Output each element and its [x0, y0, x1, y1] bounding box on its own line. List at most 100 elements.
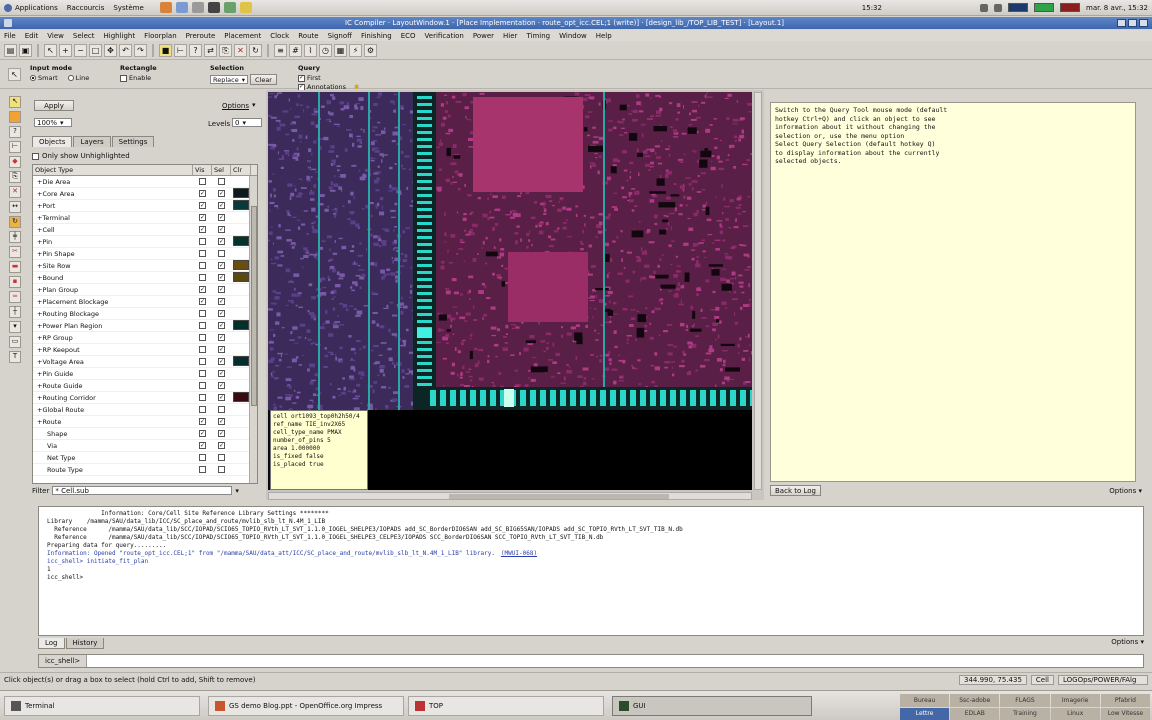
sel-checkbox[interactable]	[218, 406, 225, 413]
gnome-foot-icon[interactable]	[4, 3, 12, 12]
table-row[interactable]: +Power Plan Region ✓	[33, 320, 257, 332]
color-swatch[interactable]	[233, 368, 249, 378]
select-arrow-icon[interactable]: ↖	[44, 44, 57, 57]
network-icon[interactable]	[980, 3, 988, 12]
col-vis[interactable]: Vis	[193, 165, 212, 175]
window-titlebar[interactable]: IC Compiler · LayoutWindow.1 · [Place Im…	[0, 17, 1152, 29]
color-swatch[interactable]	[233, 224, 249, 234]
tool-shape-icon[interactable]: ▭	[9, 336, 21, 348]
ruler-icon[interactable]: ⊢	[174, 44, 187, 57]
sel-checkbox[interactable]: ✓	[218, 418, 225, 425]
color-swatch[interactable]	[233, 284, 249, 294]
color-swatch[interactable]	[233, 296, 249, 306]
sel-checkbox[interactable]: ✓	[218, 358, 225, 365]
levels-select[interactable]: 0 ▾	[232, 118, 262, 127]
sel-checkbox[interactable]: ✓	[218, 238, 225, 245]
vis-checkbox[interactable]	[199, 322, 206, 329]
vis-checkbox[interactable]: ✓	[199, 190, 206, 197]
tool-highlight-icon[interactable]	[9, 111, 21, 123]
color-swatch[interactable]	[233, 464, 249, 474]
table-row[interactable]: +Site Row ✓	[33, 260, 257, 272]
tab-log[interactable]: Log	[38, 638, 65, 649]
table-row[interactable]: +Core Area ✓ ✓	[33, 188, 257, 200]
pan-icon[interactable]: ✥	[104, 44, 117, 57]
sel-checkbox[interactable]: ✓	[218, 370, 225, 377]
menu-hier[interactable]: Hier	[503, 32, 517, 40]
tools-icon[interactable]: ⚙	[364, 44, 377, 57]
move-icon[interactable]: ⇄	[204, 44, 217, 57]
vis-checkbox[interactable]	[199, 358, 206, 365]
menu-route[interactable]: Route	[298, 32, 318, 40]
console-log[interactable]: Information: Core/Cell Site Reference Li…	[38, 506, 1144, 636]
menu-power[interactable]: Power	[473, 32, 494, 40]
vis-checkbox[interactable]: ✓	[199, 442, 206, 449]
launcher-terminal-icon[interactable]	[207, 2, 220, 13]
vis-checkbox[interactable]	[199, 406, 206, 413]
query-icon[interactable]: ?	[189, 44, 202, 57]
sel-checkbox[interactable]: ✓	[218, 202, 225, 209]
launcher-help-icon[interactable]	[239, 2, 252, 13]
menu-verification[interactable]: Verification	[425, 32, 464, 40]
sel-checkbox[interactable]	[218, 178, 225, 185]
panel-menu-places[interactable]: Raccourcis	[67, 4, 105, 12]
menu-clock[interactable]: Clock	[270, 32, 289, 40]
vis-checkbox[interactable]: ✓	[199, 418, 206, 425]
launcher-editor-icon[interactable]	[223, 2, 236, 13]
workspace-button[interactable]: Training	[1000, 707, 1050, 720]
table-row[interactable]: +Routing Blockage ✓	[33, 308, 257, 320]
color-swatch[interactable]	[233, 392, 249, 402]
show-unhighlighted-checkbox[interactable]	[32, 152, 39, 160]
menu-file[interactable]: File	[4, 32, 16, 40]
table-row[interactable]: +Port ✓ ✓	[33, 200, 257, 212]
color-swatch[interactable]	[233, 308, 249, 318]
open-icon[interactable]: ▤	[4, 44, 17, 57]
color-swatch[interactable]	[233, 356, 249, 366]
color-swatch[interactable]	[233, 344, 249, 354]
workspace-button[interactable]: FLAGS	[1000, 694, 1050, 707]
tool-ruler-icon[interactable]: ⊢	[9, 141, 21, 153]
table-row[interactable]: +Plan Group ✓ ✓	[33, 284, 257, 296]
panel-clock[interactable]: mar. 8 avr., 15:32	[1086, 4, 1148, 12]
apply-button[interactable]: Apply	[34, 100, 74, 111]
delete-icon[interactable]: ✕	[234, 44, 247, 57]
canvas-horizontal-scrollbar[interactable]	[268, 492, 752, 500]
sel-checkbox[interactable]: ✓	[218, 274, 225, 281]
table-row[interactable]: +Pin Guide ✓	[33, 368, 257, 380]
menu-view[interactable]: View	[47, 32, 64, 40]
zoom-select[interactable]: 100% ▾	[34, 118, 72, 127]
table-row[interactable]: +Voltage Area ✓	[33, 356, 257, 368]
color-swatch[interactable]	[233, 440, 249, 450]
workspace-button[interactable]: Low Vitesse	[1100, 707, 1150, 720]
vis-checkbox[interactable]	[199, 346, 206, 353]
table-row[interactable]: +Cell ✓ ✓	[33, 224, 257, 236]
tab-history[interactable]: History	[65, 638, 105, 649]
tool-delete-icon[interactable]: ✕	[9, 186, 21, 198]
menu-placement[interactable]: Placement	[224, 32, 261, 40]
color-swatch[interactable]	[233, 380, 249, 390]
zoom-out-icon[interactable]: −	[74, 44, 87, 57]
vis-checkbox[interactable]	[199, 370, 206, 377]
launcher-browser-icon[interactable]	[159, 2, 172, 13]
table-row[interactable]: +Route ✓ ✓	[33, 416, 257, 428]
workspace-button[interactable]: Ssc-adobe	[950, 694, 1000, 707]
table-row[interactable]: Route Type	[33, 464, 257, 476]
undo-icon[interactable]: ↶	[119, 44, 132, 57]
workspace-button[interactable]: Pfabrid	[1100, 694, 1150, 707]
sel-checkbox[interactable]: ✓	[218, 190, 225, 197]
vis-checkbox[interactable]: ✓	[199, 298, 206, 305]
redo-icon[interactable]: ↷	[134, 44, 147, 57]
sel-checkbox[interactable]: ✓	[218, 310, 225, 317]
volume-icon[interactable]	[994, 3, 1002, 12]
table-row[interactable]: +Die Area	[33, 176, 257, 188]
zoom-in-icon[interactable]: +	[59, 44, 72, 57]
console-options[interactable]: Options ▾	[1111, 638, 1144, 646]
workspace-button[interactable]: Imagerie	[1050, 694, 1100, 707]
tool-stretch-icon[interactable]: ↔	[9, 201, 21, 213]
layers-icon[interactable]: ≡	[274, 44, 287, 57]
table-row[interactable]: Via ✓ ✓	[33, 440, 257, 452]
scrollbar-thumb[interactable]	[251, 206, 257, 406]
panel-menu-applications[interactable]: Applications	[15, 4, 58, 12]
workspace-button[interactable]: EDLAB	[950, 707, 1000, 720]
vis-checkbox[interactable]	[199, 382, 206, 389]
refresh-icon[interactable]: ↻	[249, 44, 262, 57]
